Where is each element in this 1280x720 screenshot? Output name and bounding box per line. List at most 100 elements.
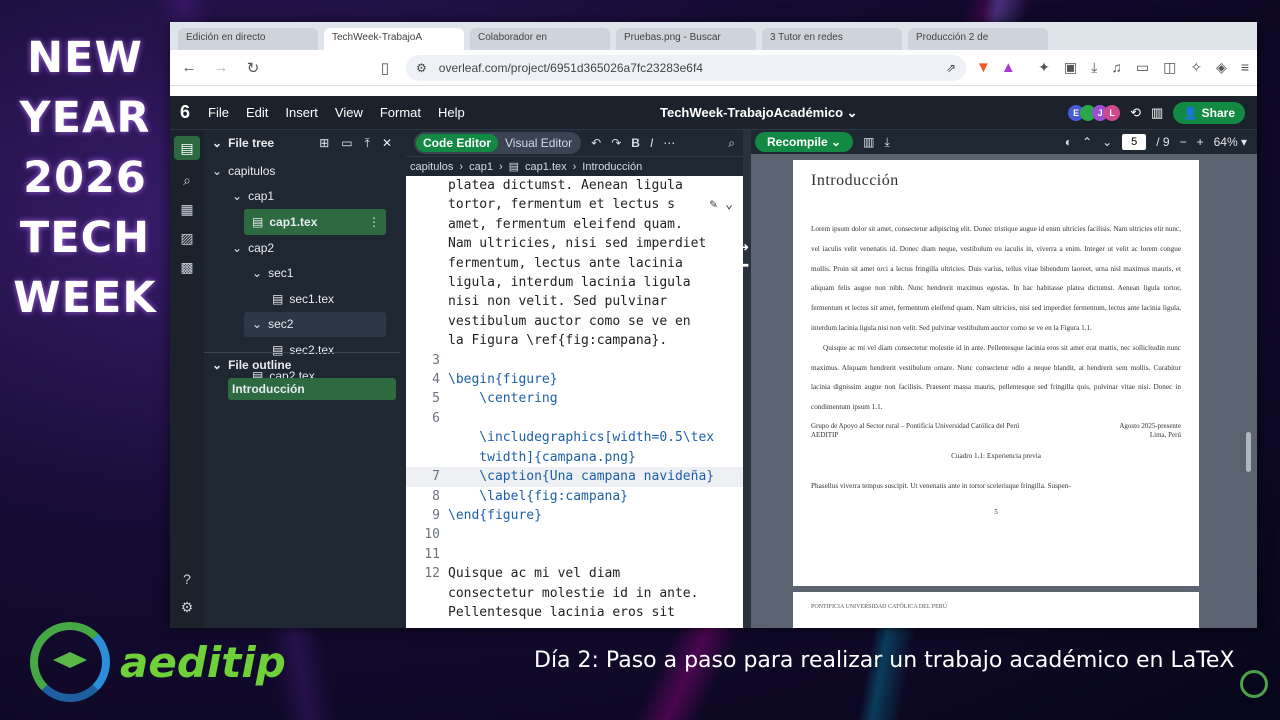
- code-area[interactable]: platea dictumst. Aenean ligula tortor, f…: [406, 176, 743, 628]
- menu-view[interactable]: View: [335, 105, 363, 120]
- sidebar-icon[interactable]: ▭: [1136, 59, 1149, 76]
- folder-capitulos[interactable]: ⌄ capitulos: [204, 158, 400, 184]
- page-number-input[interactable]: 5: [1122, 134, 1147, 150]
- code-line: nisi non velit. Sed pulvinar: [406, 292, 743, 311]
- code-editor-toggle[interactable]: Code Editor: [416, 134, 498, 152]
- pdf-table-caption: Cuadro 1.1: Experiencia previa: [951, 451, 1041, 460]
- close-icon[interactable]: ✕: [382, 136, 392, 151]
- pdf-scrollbar[interactable]: [1246, 432, 1251, 472]
- folder-cap1[interactable]: ⌄ cap1: [204, 184, 400, 210]
- next-page-icon[interactable]: ⌄: [1102, 135, 1112, 149]
- contrast-icon[interactable]: ◐: [1065, 135, 1072, 149]
- bookmark-icon[interactable]: ▯: [374, 59, 396, 77]
- url-field[interactable]: ⚙ overleaf.com/project/6951d365026a7fc23…: [406, 54, 966, 81]
- browser-tab[interactable]: 3 Tutor en redes: [762, 28, 902, 50]
- help-icon[interactable]: ?: [183, 571, 191, 587]
- download-icon[interactable]: ⤓: [1091, 59, 1097, 76]
- browser-tab[interactable]: Edición en directo: [178, 28, 318, 50]
- file-tree-label: cap2: [248, 240, 275, 255]
- project-title-text: TechWeek-TrabajoAcadémico: [660, 105, 844, 120]
- wallet-icon[interactable]: ◫: [1163, 59, 1176, 76]
- integrations-icon[interactable]: ▦: [180, 201, 193, 218]
- italic-icon[interactable]: I: [650, 136, 653, 150]
- folder-cap2[interactable]: ⌄ cap2: [204, 235, 400, 261]
- redo-icon[interactable]: ↷: [611, 136, 621, 150]
- breadcrumb-item[interactable]: cap1: [469, 161, 493, 173]
- rewards-icon[interactable]: ▲: [1001, 59, 1016, 76]
- menu-format[interactable]: Format: [380, 105, 421, 120]
- share-button[interactable]: 👤 Share: [1173, 101, 1245, 124]
- back-icon[interactable]: ←: [178, 59, 200, 76]
- code-line-current: 7 \caption{Una campana navideña}: [406, 467, 743, 487]
- logs-icon[interactable]: ▥: [863, 135, 874, 149]
- menu-insert[interactable]: Insert: [285, 105, 318, 120]
- history-icon[interactable]: ⟲: [1130, 105, 1141, 121]
- music-icon[interactable]: ♫: [1111, 59, 1122, 76]
- menu-file[interactable]: File: [208, 105, 229, 120]
- more-icon[interactable]: ⋯: [663, 136, 675, 150]
- leo-icon[interactable]: ✧: [1190, 59, 1202, 76]
- settings-gear-icon[interactable]: ⚙: [181, 599, 194, 616]
- file-outline-header[interactable]: ⌄ File outline: [204, 352, 400, 376]
- avatar[interactable]: L: [1104, 104, 1121, 121]
- file-menu-icon[interactable]: ⋮: [368, 215, 386, 229]
- search-icon[interactable]: ⌕: [183, 172, 191, 189]
- new-file-icon[interactable]: ⊞: [319, 136, 329, 151]
- arrow-right-icon[interactable]: ➜: [739, 240, 749, 254]
- file-cap1-tex[interactable]: ▤ cap1.tex ⋮: [244, 209, 386, 235]
- browser-tab[interactable]: Colaborador en: [470, 28, 610, 50]
- pane-divider[interactable]: ➜ ⬅: [739, 130, 751, 628]
- brave-shield-icon[interactable]: ▼: [976, 59, 991, 76]
- line-number: 11: [424, 546, 440, 562]
- file-sec1-tex[interactable]: ▤ sec1.tex: [204, 286, 400, 312]
- upload-icon[interactable]: ⤒: [365, 136, 370, 151]
- chevron-down-icon[interactable]: ⌄: [212, 136, 222, 150]
- breadcrumb-item[interactable]: capitulos: [410, 161, 453, 173]
- search-icon[interactable]: ⌕: [728, 136, 743, 151]
- project-title[interactable]: TechWeek-TrabajoAcadémico ⌄: [660, 105, 858, 121]
- visual-editor-toggle[interactable]: Visual Editor: [498, 134, 579, 152]
- site-info-icon[interactable]: ⚙: [416, 61, 427, 75]
- screenshot-icon[interactable]: ▣: [1064, 59, 1077, 76]
- new-folder-icon[interactable]: ▭: [341, 136, 352, 151]
- line-number: [406, 331, 448, 350]
- prev-page-icon[interactable]: ⌃: [1082, 135, 1092, 149]
- edit-pencil-icon[interactable]: ✎ ⌄: [710, 195, 743, 214]
- file-tree-rail-icon[interactable]: ▤: [174, 136, 200, 160]
- banner-line: NEW: [27, 33, 143, 83]
- browser-tab-active[interactable]: TechWeek-TrabajoA: [324, 28, 464, 50]
- code-line: Pellentesque lacinia eros sit: [406, 603, 743, 622]
- undo-icon[interactable]: ↶: [591, 136, 601, 150]
- reload-icon[interactable]: ↻: [242, 59, 264, 77]
- vpn-icon[interactable]: ◈: [1216, 59, 1227, 76]
- code-text: \label{fig:campana}: [448, 488, 629, 504]
- folder-sec1[interactable]: ⌄ sec1: [204, 260, 400, 286]
- layout-icon[interactable]: ▥: [1151, 105, 1163, 121]
- extensions-icon[interactable]: ✦: [1038, 59, 1050, 76]
- folder-sec2[interactable]: ⌄ sec2: [244, 311, 386, 338]
- zoom-in-icon[interactable]: +: [1197, 135, 1204, 149]
- forward-icon[interactable]: →: [210, 59, 232, 76]
- zoom-select[interactable]: 64% ▾: [1214, 135, 1257, 149]
- line-number: [406, 234, 448, 253]
- arrow-left-icon[interactable]: ⬅: [739, 258, 749, 272]
- menu-icon[interactable]: ≡: [1241, 59, 1249, 76]
- banner-line: 2026: [23, 153, 147, 203]
- review-icon[interactable]: ▨: [180, 230, 193, 247]
- browser-tab[interactable]: Pruebas.png - Buscar: [616, 28, 756, 50]
- zoom-out-icon[interactable]: −: [1180, 135, 1187, 149]
- breadcrumb-item[interactable]: Introducción: [582, 161, 642, 173]
- recompile-button[interactable]: Recompile ⌄: [755, 132, 854, 152]
- menu-edit[interactable]: Edit: [246, 105, 268, 120]
- share-label: Share: [1201, 105, 1235, 120]
- breadcrumb-item[interactable]: cap1.tex: [525, 161, 567, 173]
- download-pdf-icon[interactable]: ⤓: [884, 135, 889, 150]
- code-text: Pellentesque lacinia eros sit: [448, 604, 675, 620]
- chat-icon[interactable]: ▩: [180, 259, 193, 276]
- outline-item-introduccion[interactable]: Introducción: [228, 378, 396, 400]
- share-url-icon[interactable]: ⇗: [946, 61, 956, 75]
- menu-help[interactable]: Help: [438, 105, 465, 120]
- bold-icon[interactable]: B: [631, 136, 640, 150]
- browser-tab[interactable]: Producción 2 de: [908, 28, 1048, 50]
- overleaf-logo-icon[interactable]: 6: [180, 102, 190, 123]
